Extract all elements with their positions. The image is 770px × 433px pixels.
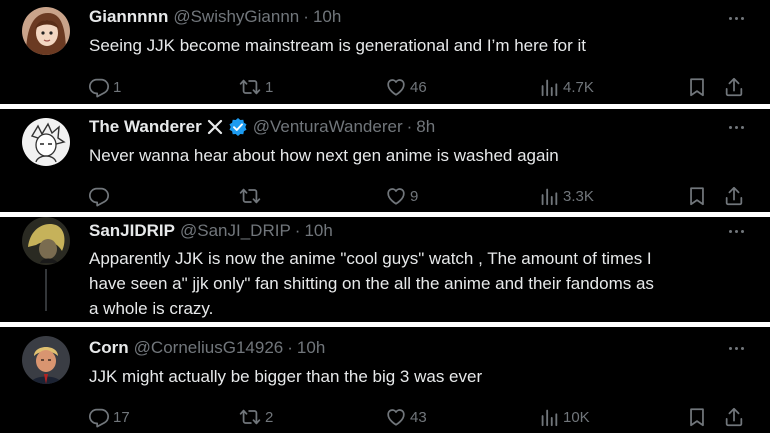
timestamp[interactable]: 10h <box>313 7 341 27</box>
like-button[interactable]: 43 <box>385 404 427 430</box>
like-count: 46 <box>410 78 427 96</box>
reply-button[interactable]: 17 <box>88 404 130 430</box>
handle[interactable]: @VenturaWanderer <box>253 117 403 137</box>
bookmark-icon <box>686 76 708 98</box>
handle[interactable]: @CorneliusG14926 <box>134 338 284 358</box>
tweet-text-line: Apparently JJK is now the anime "cool gu… <box>89 249 652 268</box>
display-name[interactable]: The Wanderer <box>89 117 202 137</box>
bookmark-button[interactable] <box>686 74 708 100</box>
bar-chart-icon <box>538 406 560 428</box>
share-icon <box>723 406 745 428</box>
avatar[interactable] <box>22 118 70 166</box>
views-button[interactable]: 4.7K <box>538 74 594 100</box>
display-name[interactable]: Corn <box>89 338 129 358</box>
like-button[interactable]: 46 <box>385 74 427 100</box>
bar-chart-icon <box>538 185 560 207</box>
views-button[interactable]: 10K <box>538 404 590 430</box>
retweet-button[interactable]: 2 <box>238 404 273 430</box>
separator-dot: · <box>303 7 309 26</box>
view-count: 10K <box>563 408 590 426</box>
tweet-post[interactable]: SanJIDRIP @SanJI_DRIP · 10h Apparently J… <box>0 217 770 322</box>
like-button[interactable]: 9 <box>385 183 418 209</box>
view-count: 3.3K <box>563 187 594 205</box>
retweet-button[interactable] <box>238 183 265 209</box>
bookmark-button[interactable] <box>686 183 708 209</box>
view-count: 4.7K <box>563 78 594 96</box>
bookmark-button[interactable] <box>686 404 708 430</box>
tweet-text: Seeing JJK become mainstream is generati… <box>89 36 587 55</box>
tweet-text: Apparently JJK is now the anime "cool gu… <box>89 246 750 321</box>
bar-chart-icon <box>538 76 560 98</box>
retweet-icon <box>238 406 262 428</box>
tweet-text-line: a whole is crazy. <box>89 299 214 318</box>
tweet-post[interactable]: Corn @CorneliusG14926 · 10h JJK might ac… <box>0 327 770 433</box>
action-bar: 1 1 46 4.7K <box>88 74 750 100</box>
tweet-text-line: have seen a" jjk only" fan shitting on t… <box>89 274 654 293</box>
timestamp[interactable]: 10h <box>304 221 332 241</box>
reply-button[interactable]: 1 <box>88 74 121 100</box>
timestamp[interactable]: 8h <box>416 117 435 137</box>
heart-icon <box>385 406 407 428</box>
avatar[interactable] <box>22 336 70 384</box>
more-options-icon[interactable] <box>724 8 748 28</box>
verified-icon[interactable] <box>228 117 248 137</box>
retweet-count: 2 <box>265 408 274 426</box>
views-button[interactable]: 3.3K <box>538 183 594 209</box>
bookmark-icon <box>686 185 708 207</box>
separator-dot: · <box>287 338 293 357</box>
share-icon <box>723 76 745 98</box>
timestamp[interactable]: 10h <box>297 338 325 358</box>
action-bar: 9 3.3K <box>88 183 750 209</box>
reply-count: 1 <box>113 78 122 96</box>
heart-icon <box>385 76 407 98</box>
share-button[interactable] <box>723 404 745 430</box>
retweet-icon <box>238 76 262 98</box>
display-name[interactable]: SanJIDRIP <box>89 221 175 241</box>
bookmark-icon <box>686 406 708 428</box>
retweet-button[interactable]: 1 <box>238 74 273 100</box>
share-icon <box>723 185 745 207</box>
more-options-icon[interactable] <box>724 117 748 137</box>
share-button[interactable] <box>723 183 745 209</box>
retweet-count: 1 <box>265 78 274 96</box>
avatar[interactable] <box>22 217 70 265</box>
heart-icon <box>385 185 407 207</box>
reply-count: 17 <box>113 408 130 426</box>
like-count: 9 <box>410 187 419 205</box>
reply-button[interactable] <box>88 183 113 209</box>
like-count: 43 <box>410 408 427 426</box>
reply-icon <box>88 185 110 207</box>
more-options-icon[interactable] <box>724 338 748 358</box>
tweet-text: Never wanna hear about how next gen anim… <box>89 146 559 165</box>
tweet-text: JJK might actually be bigger than the bi… <box>89 367 483 386</box>
more-options-icon[interactable] <box>724 221 748 241</box>
handle[interactable]: @SwishyGiannn <box>173 7 299 27</box>
x-logo-icon <box>207 119 223 135</box>
display-name[interactable]: Giannnnn <box>89 7 168 27</box>
reply-icon <box>88 76 110 98</box>
share-button[interactable] <box>723 74 745 100</box>
handle[interactable]: @SanJI_DRIP <box>180 221 291 241</box>
thread-line <box>45 269 47 311</box>
retweet-icon <box>238 185 262 207</box>
tweet-post[interactable]: The Wanderer @VenturaWanderer · 8h Never… <box>0 109 770 212</box>
tweet-post[interactable]: Giannnnn @SwishyGiannn · 10h Seeing JJK … <box>0 0 770 104</box>
separator-dot: · <box>294 221 301 240</box>
avatar[interactable] <box>22 7 70 55</box>
separator-dot: · <box>406 117 413 136</box>
reply-icon <box>88 406 110 428</box>
action-bar: 17 2 43 10K <box>88 404 750 430</box>
